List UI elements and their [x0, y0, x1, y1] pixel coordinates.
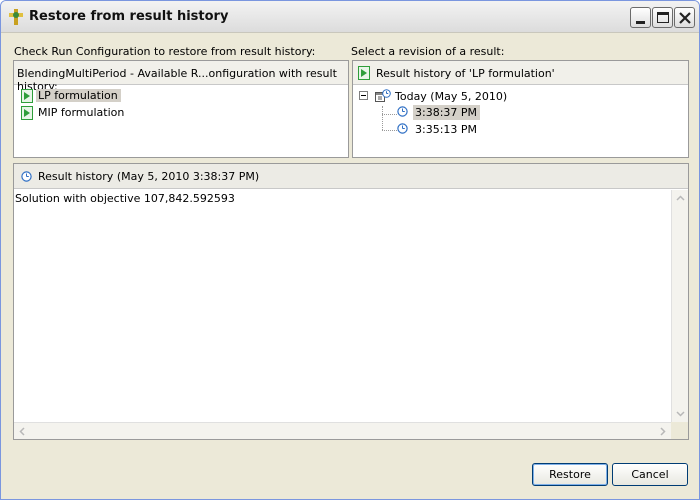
tree-connector: [382, 114, 397, 115]
result-detail-panel: Result history (May 5, 2010 3:38:37 PM) …: [13, 163, 689, 440]
app-icon: [9, 9, 23, 25]
scroll-right-icon[interactable]: [655, 424, 670, 439]
result-history-panel: Result history of 'LP formulation' Today…: [352, 60, 689, 158]
run-config-item-label: MIP formulation: [38, 106, 125, 119]
maximize-button[interactable]: [652, 7, 673, 28]
clock-icon: [397, 106, 408, 117]
scroll-corner: [671, 422, 688, 439]
result-detail-header: Result history (May 5, 2010 3:38:37 PM): [14, 164, 688, 189]
run-config-icon: [358, 66, 370, 80]
close-icon: [679, 12, 691, 24]
window-title: Restore from result history: [29, 9, 229, 24]
scroll-up-icon[interactable]: [673, 191, 688, 206]
restore-dialog: Restore from result history Check Run Co…: [0, 0, 700, 500]
run-config-panel: BlendingMultiPeriod - Available R...onfi…: [13, 60, 349, 158]
restore-button[interactable]: Restore: [532, 463, 608, 486]
result-detail-title: Result history (May 5, 2010 3:38:37 PM): [38, 170, 260, 183]
title-bar[interactable]: Restore from result history: [1, 1, 699, 33]
scroll-left-icon[interactable]: [15, 424, 30, 439]
clock-icon: [21, 171, 32, 182]
revision-label: Select a revision of a result:: [351, 45, 505, 58]
maximize-icon: [657, 12, 669, 23]
result-text[interactable]: Solution with objective 107,842.592593: [15, 192, 235, 205]
tree-connector: [382, 130, 397, 131]
tree-group-label: Today (May 5, 2010): [395, 90, 508, 103]
run-config-header: BlendingMultiPeriod - Available R...onfi…: [14, 61, 348, 93]
result-history-header: Result history of 'LP formulation': [353, 61, 688, 85]
clock-icon: [397, 123, 408, 134]
run-config-icon: [21, 106, 33, 120]
vertical-scrollbar[interactable]: [671, 190, 688, 422]
tree-connector: [382, 106, 383, 130]
calendar-clock-icon: [375, 89, 391, 102]
cancel-button[interactable]: Cancel: [612, 463, 688, 486]
collapse-icon[interactable]: [359, 91, 368, 100]
close-button[interactable]: [674, 7, 695, 28]
minimize-icon: [636, 21, 645, 24]
scroll-down-icon[interactable]: [673, 406, 688, 421]
run-config-label: Check Run Configuration to restore from …: [14, 45, 316, 58]
run-config-item-label: LP formulation: [36, 89, 121, 102]
revision-label: 3:35:13 PM: [415, 123, 478, 136]
revision-label: 3:38:37 PM: [413, 105, 481, 120]
run-config-icon: [21, 89, 33, 103]
horizontal-scrollbar[interactable]: [14, 422, 671, 439]
minimize-button[interactable]: [630, 7, 651, 28]
result-history-header-text: Result history of 'LP formulation': [376, 67, 555, 80]
